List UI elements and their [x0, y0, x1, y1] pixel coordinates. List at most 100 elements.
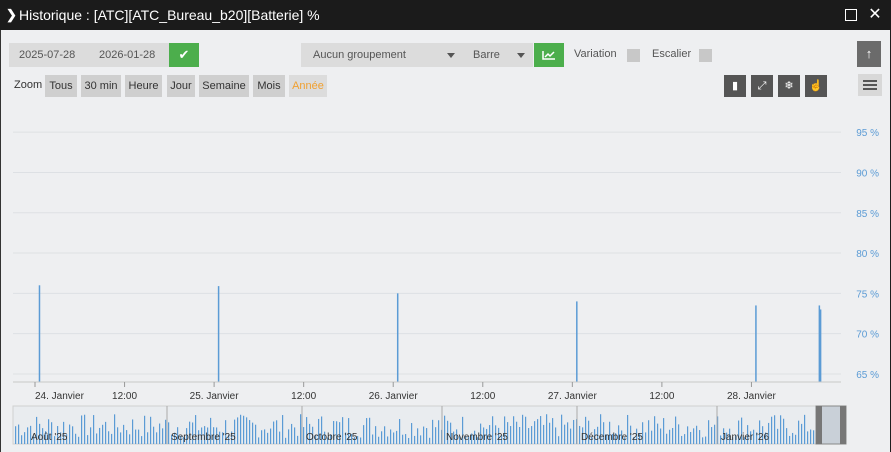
navigator-bar — [303, 427, 305, 444]
navigator-bar — [684, 434, 686, 444]
window-titlebar: ❯ Historique : [ATC][ATC_Bureau_b20][Bat… — [0, 0, 891, 30]
x-tick-label: 28. Janvier — [727, 391, 777, 402]
navigator-bar — [555, 427, 557, 444]
navigator-bar — [519, 426, 521, 444]
navigator-bar — [285, 437, 287, 444]
navigator-bar — [435, 427, 437, 444]
navigator-bar — [108, 431, 110, 444]
navigator-bar — [369, 417, 371, 444]
navigator-bar — [129, 434, 131, 444]
navigator-bar — [777, 428, 779, 444]
navigator-bar — [573, 419, 575, 444]
navigator-bar — [96, 433, 98, 444]
y-tick-label: 90 % — [856, 168, 879, 179]
navigator-bar — [105, 421, 107, 444]
navigator-bar — [402, 434, 404, 444]
navigator-bar — [669, 429, 671, 444]
navigator[interactable]: Août '25 Septembre '25 Octobre '25 Novembre… — [12, 405, 847, 445]
navigator-bar — [393, 432, 395, 444]
y-tick-label: 75 % — [856, 289, 879, 300]
navigator-bar — [552, 418, 554, 444]
navigator-bar — [660, 428, 662, 444]
navigator-bar — [408, 437, 410, 444]
chart-bar[interactable] — [217, 286, 220, 382]
navigator-bar — [645, 432, 647, 444]
navigator-bar — [423, 426, 425, 444]
navigator-bar — [672, 427, 674, 444]
chart-bar[interactable] — [819, 309, 822, 382]
navigator-bar — [564, 424, 566, 444]
navigator-bar — [798, 420, 800, 444]
navigator-label: Décembre '25 — [581, 432, 643, 443]
navigator-handle-right[interactable] — [840, 406, 846, 444]
navigator-bar — [282, 415, 284, 444]
navigator-bar — [396, 430, 398, 444]
navigator-label: Septembre '25 — [171, 432, 236, 443]
y-tick-label: 80 % — [856, 249, 879, 260]
navigator-bar — [810, 429, 812, 444]
navigator-bar — [570, 428, 572, 444]
x-tick-label: 12:00 — [649, 391, 674, 402]
y-tick-label: 65 % — [856, 370, 879, 381]
navigator-label: Août '25 — [31, 432, 68, 443]
navigator-bar — [126, 430, 128, 444]
navigator-bar — [549, 422, 551, 444]
history-chart: 65 % 70 % 75 % 80 % 85 % 90 % 95 % 24. Janvier… — [12, 128, 879, 445]
chevron-right-icon[interactable]: ❯ — [6, 7, 17, 23]
navigator-bar — [399, 419, 401, 444]
navigator-bar — [147, 432, 149, 444]
navigator-bar — [102, 424, 104, 444]
navigator-bar — [705, 436, 707, 444]
navigator-bar — [27, 427, 29, 444]
close-icon[interactable]: ✕ — [866, 6, 884, 24]
x-tick-label: 12:00 — [291, 391, 316, 402]
navigator-bar — [537, 419, 539, 444]
navigator-bar — [390, 429, 392, 444]
navigator-bar — [378, 436, 380, 444]
navigator-bar — [264, 429, 266, 444]
navigator-bar — [279, 431, 281, 444]
navigator-bar — [381, 431, 383, 444]
navigator-handle-left[interactable] — [816, 406, 822, 444]
navigator-bar — [360, 437, 362, 444]
navigator-bar — [252, 422, 254, 444]
x-axis: 24. Janvier 12:00 25. Janvier 12:00 26. Janv… — [13, 381, 841, 402]
navigator-bar — [546, 414, 548, 444]
navigator-bar — [168, 422, 170, 444]
x-tick-label: 12:00 — [470, 391, 495, 402]
navigator-bar — [411, 423, 413, 444]
maximize-icon[interactable] — [842, 6, 860, 24]
navigator-bar — [528, 428, 530, 444]
navigator-bar — [249, 420, 251, 444]
navigator-bar — [414, 435, 416, 444]
navigator-bar — [714, 424, 716, 444]
navigator-bar — [87, 435, 89, 444]
navigator-bar — [117, 427, 119, 444]
navigator-bar — [654, 416, 656, 444]
navigator-bar — [711, 427, 713, 444]
navigator-bar — [561, 414, 563, 444]
navigator-bar — [132, 419, 134, 444]
chart-bar[interactable] — [576, 301, 578, 382]
navigator-bar — [807, 431, 809, 444]
y-axis-labels: 65 % 70 % 75 % 80 % 85 % 90 % 95 % — [856, 128, 879, 381]
navigator-bar — [135, 429, 137, 444]
navigator-bar — [813, 430, 815, 444]
navigator-bar — [432, 419, 434, 444]
navigator-bar — [255, 424, 257, 444]
y-tick-label: 70 % — [856, 330, 879, 341]
navigator-bar — [273, 421, 275, 444]
navigator-bar — [657, 423, 659, 444]
navigator-bar — [15, 426, 17, 444]
chart-bar[interactable] — [38, 285, 41, 382]
navigator-bar — [120, 432, 122, 444]
navigator-bar — [513, 416, 515, 444]
navigator-bar — [24, 432, 26, 444]
navigator-bar — [792, 432, 794, 444]
x-tick-label: 25. Janvier — [190, 391, 240, 402]
navigator-bar — [696, 425, 698, 444]
navigator-bar — [405, 434, 407, 444]
chart-bar[interactable] — [755, 305, 757, 382]
chart-bar[interactable] — [396, 293, 399, 382]
navigator-bar — [780, 415, 782, 444]
